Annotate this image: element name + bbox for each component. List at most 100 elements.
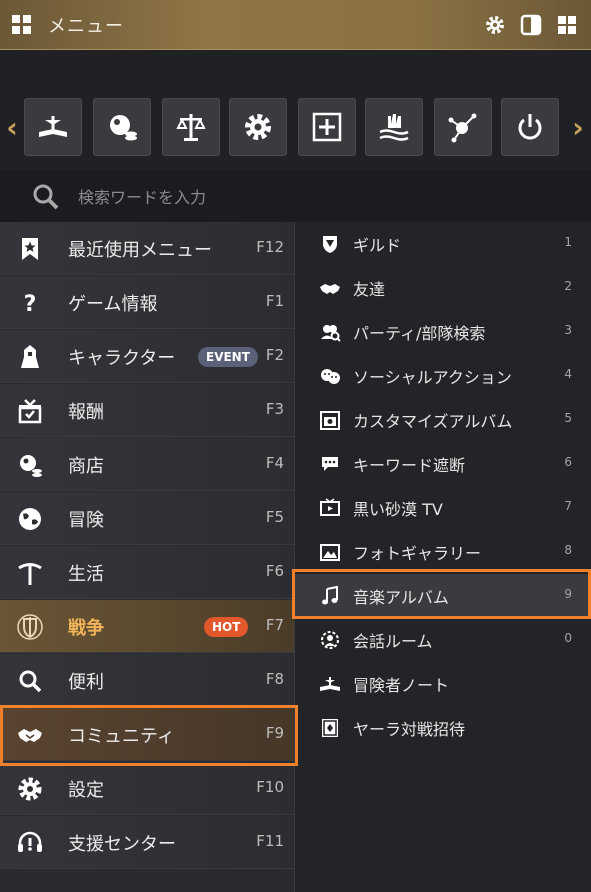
tv-icon (320, 498, 340, 516)
shortcut-key: F9 (265, 724, 284, 742)
shop-icon (20, 455, 42, 477)
submenu-item-yara-invite[interactable]: ヤーラ対戦招待 (295, 706, 591, 750)
gear-icon[interactable] (483, 13, 507, 37)
quick-life-button[interactable] (365, 98, 423, 156)
book-icon (320, 677, 340, 691)
emote-icon (321, 369, 340, 384)
submenu-number: 9 (564, 587, 572, 601)
search-icon (33, 184, 59, 210)
submenu-number: 2 (564, 279, 572, 293)
quick-network-button[interactable] (434, 98, 492, 156)
gear-icon (245, 114, 271, 140)
submenu-label: ギルド (353, 236, 402, 255)
scroll-left-icon[interactable]: ‹ (2, 113, 22, 143)
book-icon (39, 116, 67, 137)
menu-item-shop[interactable]: 商店 F4 (0, 438, 294, 491)
shortcut-key: F8 (265, 670, 284, 688)
submenu-item-keyword-block[interactable]: キーワード遮断 6 (295, 442, 591, 486)
shortcut-key: F5 (265, 508, 284, 526)
submenu-number: 5 (564, 411, 572, 425)
shortcut-key: F3 (265, 400, 284, 418)
main-menu: 最近使用メニュー F12 ? ゲーム情報 F1 キャラクター EVENT F2 … (0, 222, 294, 892)
camera-icon (320, 411, 340, 430)
submenu-item-friends[interactable]: 友達 2 (295, 266, 591, 310)
bookmark-star-icon (22, 238, 38, 260)
talk-room-icon (321, 631, 339, 649)
shortcut-key: F12 (256, 238, 284, 256)
submenu-item-adventurer-note[interactable]: 冒険者ノート (295, 662, 591, 706)
power-icon (518, 114, 542, 140)
shortcut-key: F7 (265, 616, 284, 634)
menu-item-game-info[interactable]: ? ゲーム情報 F1 (0, 276, 294, 329)
submenu-number: 8 (564, 543, 572, 557)
menu-item-recent[interactable]: 最近使用メニュー F12 (0, 222, 294, 275)
submenu-item-custom-album[interactable]: カスタマイズアルバム 5 (295, 398, 591, 442)
submenu-label: パーティ/部隊検索 (353, 324, 486, 343)
card-icon (322, 719, 338, 737)
menu-item-convenience[interactable]: 便利 F8 (0, 654, 294, 707)
quick-settings-button[interactable] (229, 98, 287, 156)
network-icon (448, 113, 477, 143)
menu-item-rewards[interactable]: 報酬 F3 (0, 384, 294, 437)
search-icon (19, 670, 42, 693)
submenu-item-tv[interactable]: 黒い砂漠 TV 7 (295, 486, 591, 530)
menu-header: メニュー (0, 0, 591, 50)
shortcut-key: F6 (265, 562, 284, 580)
gift-icon (18, 399, 42, 424)
submenu-item-music-album[interactable]: 音楽アルバム 9 (295, 574, 591, 618)
menu-label: 設定 (68, 780, 104, 801)
quick-trade-button[interactable] (162, 98, 220, 156)
guild-icon (323, 236, 337, 253)
menu-item-settings[interactable]: 設定 F10 (0, 762, 294, 815)
menu-item-character[interactable]: キャラクター EVENT F2 (0, 330, 294, 383)
submenu-number: 1 (564, 235, 572, 249)
scroll-right-icon[interactable]: › (568, 113, 588, 143)
menu-label: キャラクター (68, 348, 176, 369)
submenu-item-social-action[interactable]: ソーシャルアクション 4 (295, 354, 591, 398)
submenu-number: 0 (564, 631, 572, 645)
search-bar[interactable]: 検索ワードを入力 (0, 170, 591, 222)
knight-icon (21, 345, 39, 368)
menu-item-life[interactable]: 生活 F6 (0, 546, 294, 599)
panel-icon[interactable] (519, 13, 543, 37)
question-icon: ? (24, 292, 37, 317)
handshake-icon (320, 284, 340, 294)
submenu-item-guild[interactable]: ギルド 1 (295, 222, 591, 266)
quick-shop-button[interactable] (93, 98, 151, 156)
menu-label: 支援センター (68, 834, 176, 855)
gear-icon (18, 777, 42, 801)
shortcut-key: F2 (265, 346, 284, 364)
submenu-label: 音楽アルバム (353, 588, 449, 607)
shortcut-key: F4 (265, 454, 284, 472)
shortcut-key: F1 (265, 292, 284, 310)
quick-power-button[interactable] (501, 98, 559, 156)
menu-label: 生活 (68, 564, 104, 585)
submenu-item-photo-gallery[interactable]: フォトギャラリー 8 (295, 530, 591, 574)
menu-item-community[interactable]: コミュニティ F9 (0, 708, 294, 761)
quick-book-button[interactable] (24, 98, 82, 156)
shortcut-key: F10 (256, 778, 284, 796)
search-input[interactable]: 検索ワードを入力 (78, 184, 206, 208)
submenu-item-party-search[interactable]: パーティ/部隊検索 3 (295, 310, 591, 354)
grid-icon[interactable] (555, 13, 579, 37)
submenu-item-talk-room[interactable]: 会話ルーム 0 (295, 618, 591, 662)
submenu-label: ヤーラ対戦招待 (353, 720, 466, 739)
menu-item-adventure[interactable]: 冒険 F5 (0, 492, 294, 545)
quick-add-button[interactable] (298, 98, 356, 156)
submenu-label: 友達 (353, 280, 386, 299)
hot-badge: HOT (204, 617, 249, 637)
menu-item-war[interactable]: 戦争 HOT F7 (0, 600, 294, 653)
chat-block-icon (322, 457, 338, 471)
menu-label: 冒険 (68, 510, 104, 531)
submenu-label: フォトギャラリー (353, 544, 482, 563)
menu-title: メニュー (48, 16, 124, 37)
menu-label: 商店 (68, 456, 104, 477)
event-badge: EVENT (198, 347, 258, 367)
menu-label: 便利 (68, 672, 104, 693)
menu-label: コミュニティ (68, 726, 175, 747)
submenu-number: 4 (564, 367, 572, 381)
menu-item-support[interactable]: 支援センター F11 (0, 816, 294, 869)
scales-icon (176, 114, 206, 141)
menu-label: 最近使用メニュー (68, 240, 212, 261)
grid-icon[interactable] (12, 15, 32, 35)
